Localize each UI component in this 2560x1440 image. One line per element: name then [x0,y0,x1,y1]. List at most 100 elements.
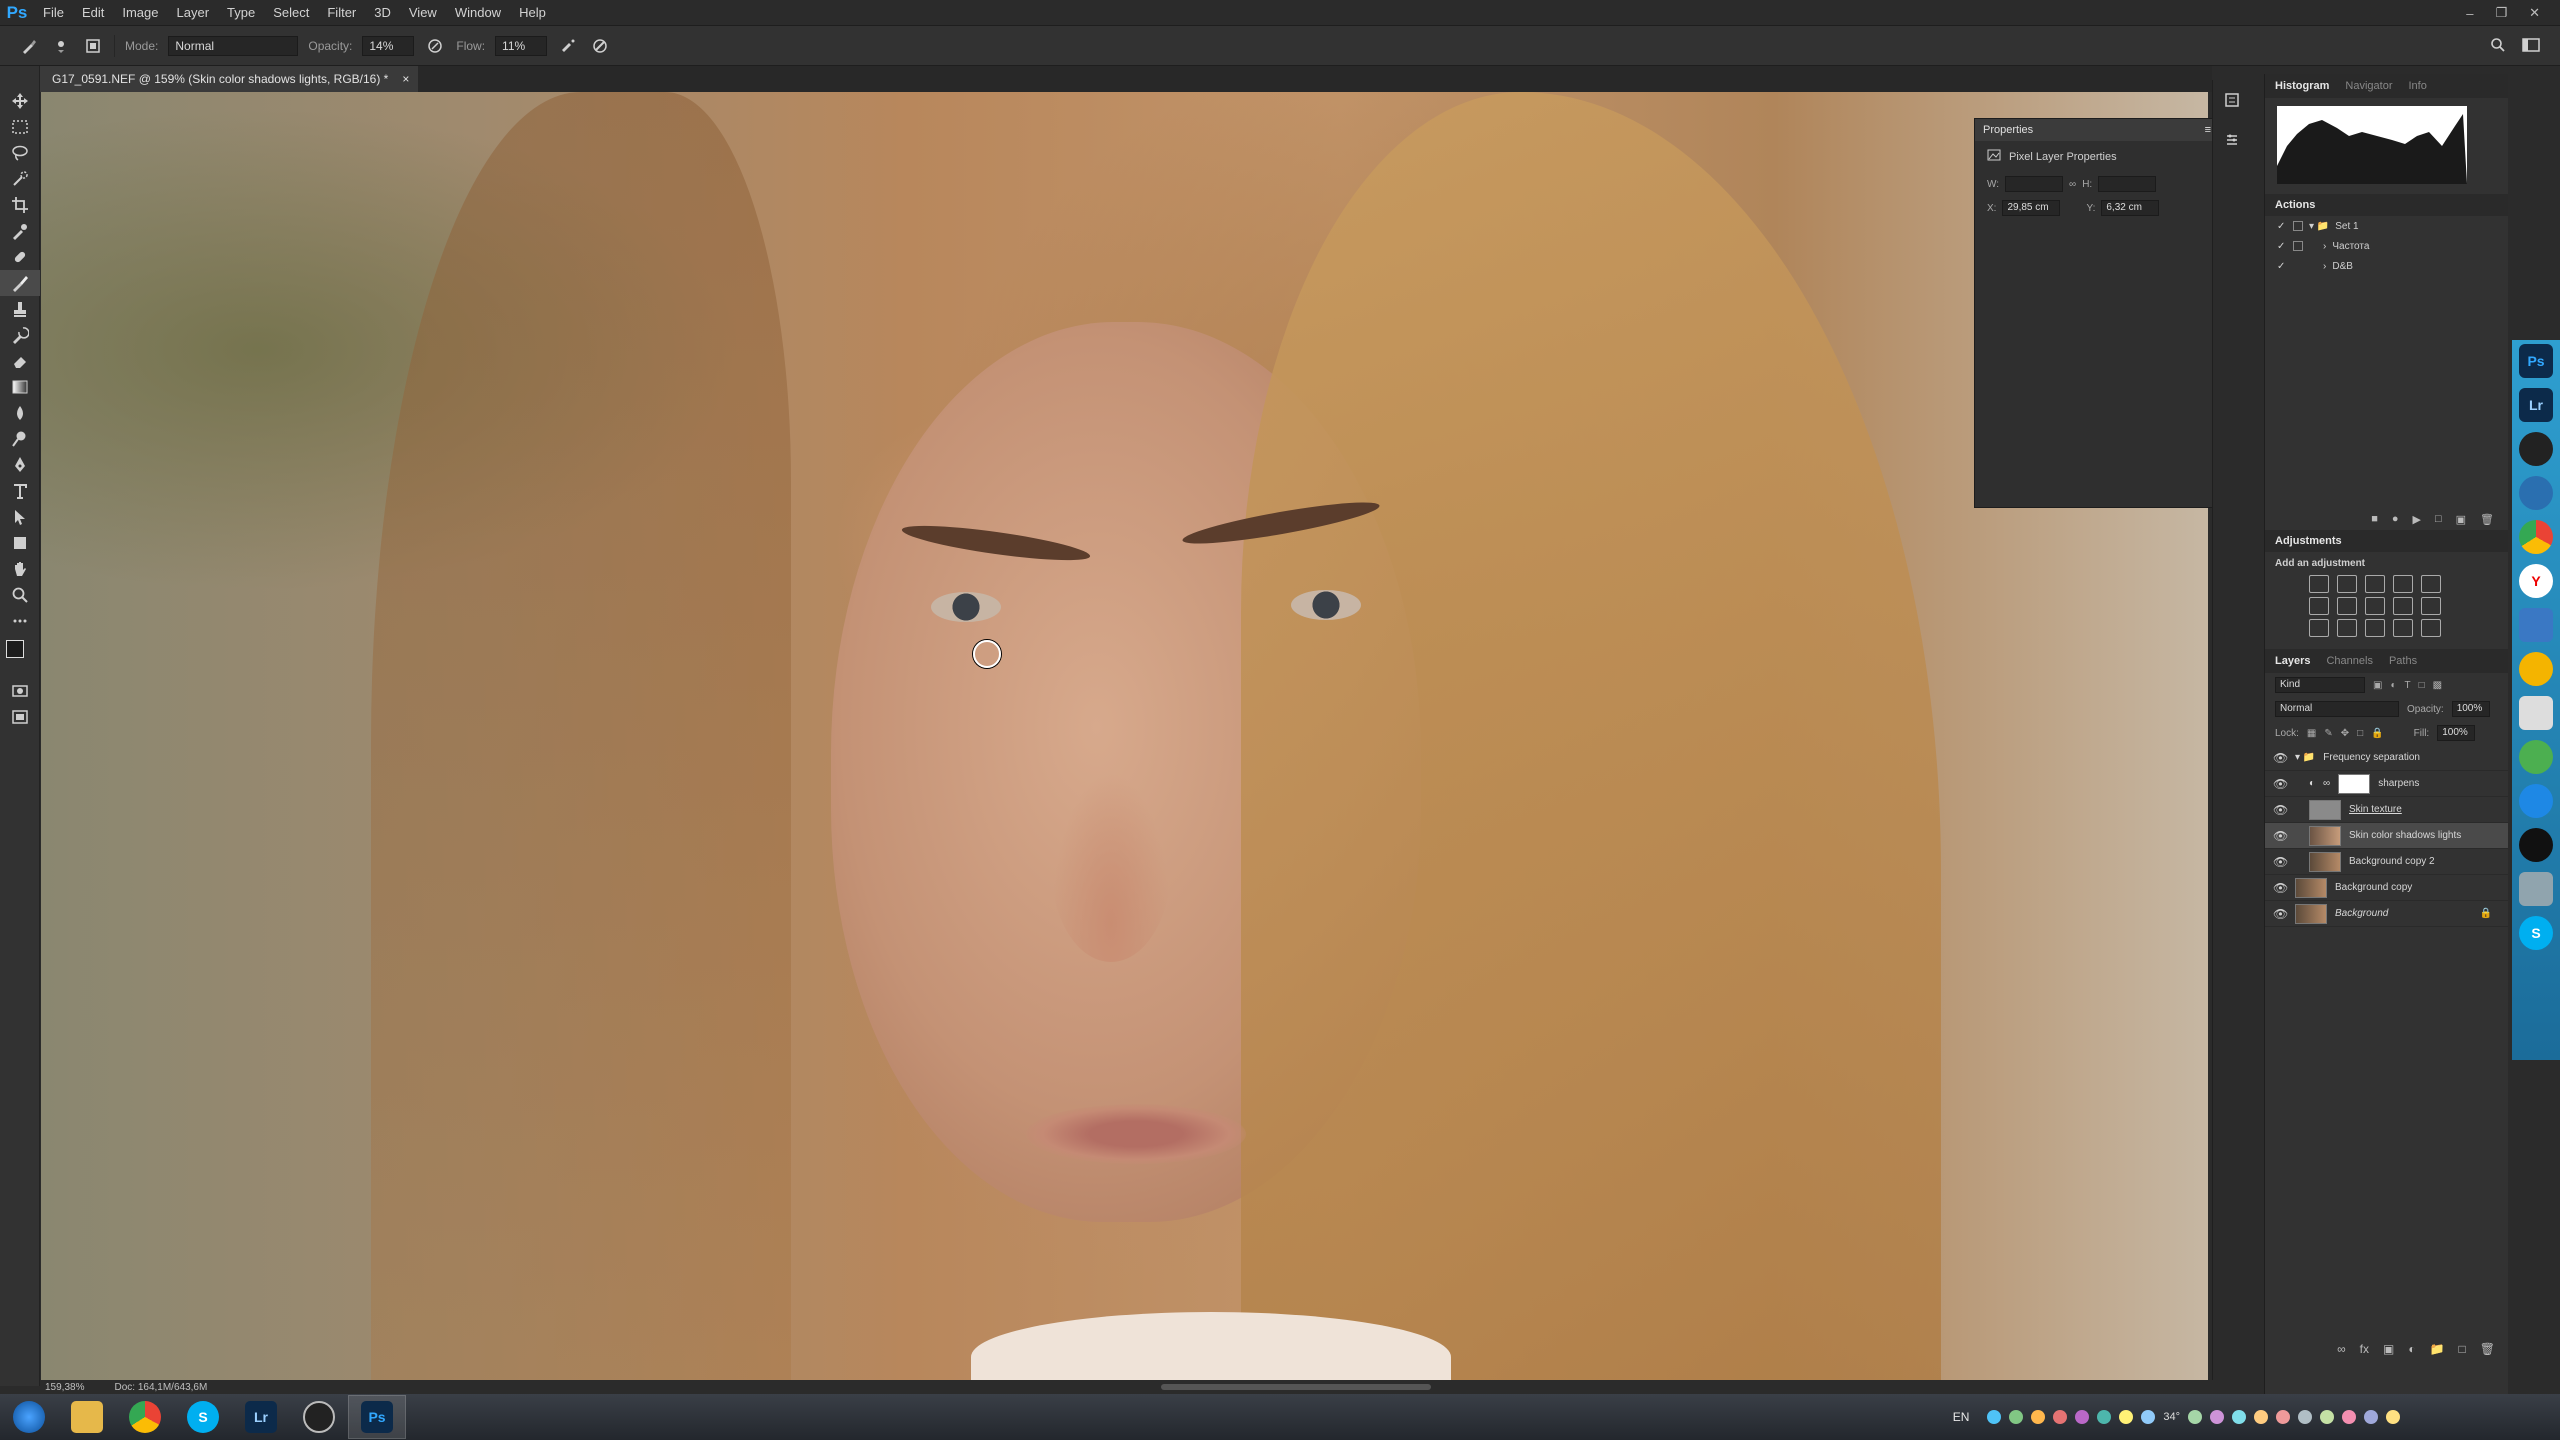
dialog-toggle-icon[interactable] [2293,221,2303,231]
zoom-tool-icon[interactable] [0,582,40,608]
layer-thumb[interactable] [2295,877,2327,898]
action-set-1[interactable]: ✓ ▾ 📁 Set 1 [2265,216,2508,236]
check-icon[interactable]: ✓ [2277,261,2287,272]
selective-color-icon[interactable] [2393,619,2413,637]
brightness-icon[interactable] [2309,575,2329,593]
hand-tool-icon[interactable] [0,556,40,582]
clone-stamp-tool-icon[interactable] [0,296,40,322]
lock-icon[interactable]: 🔒 [2480,908,2508,919]
tray-icon[interactable] [2053,1410,2068,1424]
add-mask-icon[interactable]: ▣ [2383,1342,2394,1356]
history-brush-tool-icon[interactable] [0,322,40,348]
layer-mask-thumb[interactable] [2338,773,2371,794]
workspace-icon[interactable] [2522,37,2540,56]
new-layer-icon[interactable]: □ [2459,1342,2466,1356]
eyedropper-tool-icon[interactable] [0,218,40,244]
brush-panel-toggle-icon[interactable] [82,35,104,57]
flow-field[interactable]: 11% [495,35,548,56]
lock-position-icon[interactable]: ✥ [2341,728,2349,739]
zoom-level[interactable]: 159,38% [45,1382,84,1393]
dialog-toggle-icon[interactable] [2293,241,2303,251]
delete-icon[interactable]: 🗑 [2480,513,2494,526]
new-action-icon[interactable]: ▣ [2456,513,2466,526]
tray-icon[interactable] [2320,1410,2334,1424]
layer-row-bg-copy[interactable]: 👁 Background copy [2265,875,2508,901]
height-field[interactable] [2098,176,2157,192]
lock-transparency-icon[interactable]: ▦ [2307,728,2316,739]
eraser-tool-icon[interactable] [0,348,40,374]
tray-icon[interactable] [2254,1410,2268,1424]
layer-thumb[interactable] [2309,851,2341,872]
tray-icon[interactable] [2188,1410,2202,1424]
tab-paths[interactable]: Paths [2389,655,2417,667]
taskbar-skype[interactable]: S [174,1395,232,1439]
black-white-icon[interactable] [2365,597,2385,615]
settings-app-icon[interactable] [2519,784,2553,818]
menu-filter[interactable]: Filter [318,0,365,26]
tab-info[interactable]: Info [2408,80,2426,92]
layer-row-sharpens[interactable]: 👁 ◐ ∞ sharpens [2265,771,2508,797]
layer-row-background[interactable]: 👁 Background 🔒 [2265,901,2508,927]
globe-app-icon[interactable] [2519,476,2553,510]
tray-icon[interactable] [2232,1410,2246,1424]
document-canvas[interactable] [41,92,2208,1380]
hue-saturation-icon[interactable] [2309,597,2329,615]
search-icon[interactable] [2490,37,2506,56]
skype-app-icon[interactable]: S [2519,916,2553,950]
expand-icon[interactable]: › [2309,241,2326,252]
visibility-eye-icon[interactable]: 👁 [2273,829,2288,843]
menu-layer[interactable]: Layer [168,0,219,26]
tab-histogram[interactable]: Histogram [2275,80,2329,92]
photo-filter-icon[interactable] [2393,597,2413,615]
tray-icon[interactable] [2298,1410,2312,1424]
taskbar-explorer[interactable] [58,1395,116,1439]
visibility-eye-icon[interactable]: 👁 [2273,881,2288,895]
new-set-icon[interactable]: □ [2435,513,2442,525]
document-app-icon[interactable] [2519,696,2553,730]
menu-3d[interactable]: 3D [365,0,400,26]
check-icon[interactable]: ✓ [2277,241,2287,252]
action-chastota[interactable]: ✓ › Частота [2265,236,2508,256]
save-app-icon[interactable] [2519,608,2553,642]
photoshop-logo[interactable]: Ps [0,0,34,26]
brush-size-picker-icon[interactable] [50,35,72,57]
layer-thumb[interactable] [2309,799,2341,820]
opacity-field[interactable]: 14% [362,35,415,56]
panel-menu-icon[interactable]: ≡ [2205,124,2211,136]
close-icon[interactable]: ✕ [2529,5,2540,21]
minimize-icon[interactable]: – [2466,6,2473,21]
mode-select[interactable]: Normal [168,35,299,56]
layer-opacity-field[interactable]: 100% [2451,701,2490,717]
photoshop-app-icon[interactable]: Ps [2519,344,2553,378]
menu-select[interactable]: Select [264,0,318,26]
play-icon[interactable]: ▶ [2413,513,2421,526]
gradient-map-icon[interactable] [2421,619,2441,637]
dodge-tool-icon[interactable] [0,426,40,452]
tray-icon[interactable] [2097,1410,2112,1424]
record-icon[interactable]: ● [2392,513,2399,525]
tray-icon[interactable] [2210,1410,2224,1424]
lightroom-app-icon[interactable]: Lr [2519,388,2553,422]
tray-icon[interactable] [2075,1410,2090,1424]
adjustments-header[interactable]: Adjustments [2265,530,2508,552]
doc-size[interactable]: Doc: 164,1M/643,6M [114,1382,207,1393]
new-group-icon[interactable]: 📁 [2430,1342,2445,1356]
menu-edit[interactable]: Edit [73,0,113,26]
layer-thumb[interactable] [2309,825,2341,846]
more-tools-icon[interactable] [0,608,40,634]
menu-image[interactable]: Image [113,0,167,26]
taskbar-photoshop[interactable]: Ps [348,1395,406,1439]
link-layers-icon[interactable]: ∞ [2337,1342,2346,1356]
menu-file[interactable]: File [34,0,73,26]
gradient-tool-icon[interactable] [0,374,40,400]
color-swatches[interactable] [0,634,40,678]
camera-app-icon[interactable] [2519,432,2553,466]
language-indicator[interactable]: EN [1953,1410,1970,1424]
layer-row-skin-texture[interactable]: 👁 Skin texture [2265,797,2508,823]
filter-shape-icon[interactable]: □ [2419,680,2425,691]
taskbar-camera-app[interactable] [290,1395,348,1439]
brush-preset-icon[interactable] [18,35,40,57]
vibrance-icon[interactable] [2421,575,2441,593]
fill-field[interactable]: 100% [2437,725,2476,741]
invert-icon[interactable] [2309,619,2329,637]
